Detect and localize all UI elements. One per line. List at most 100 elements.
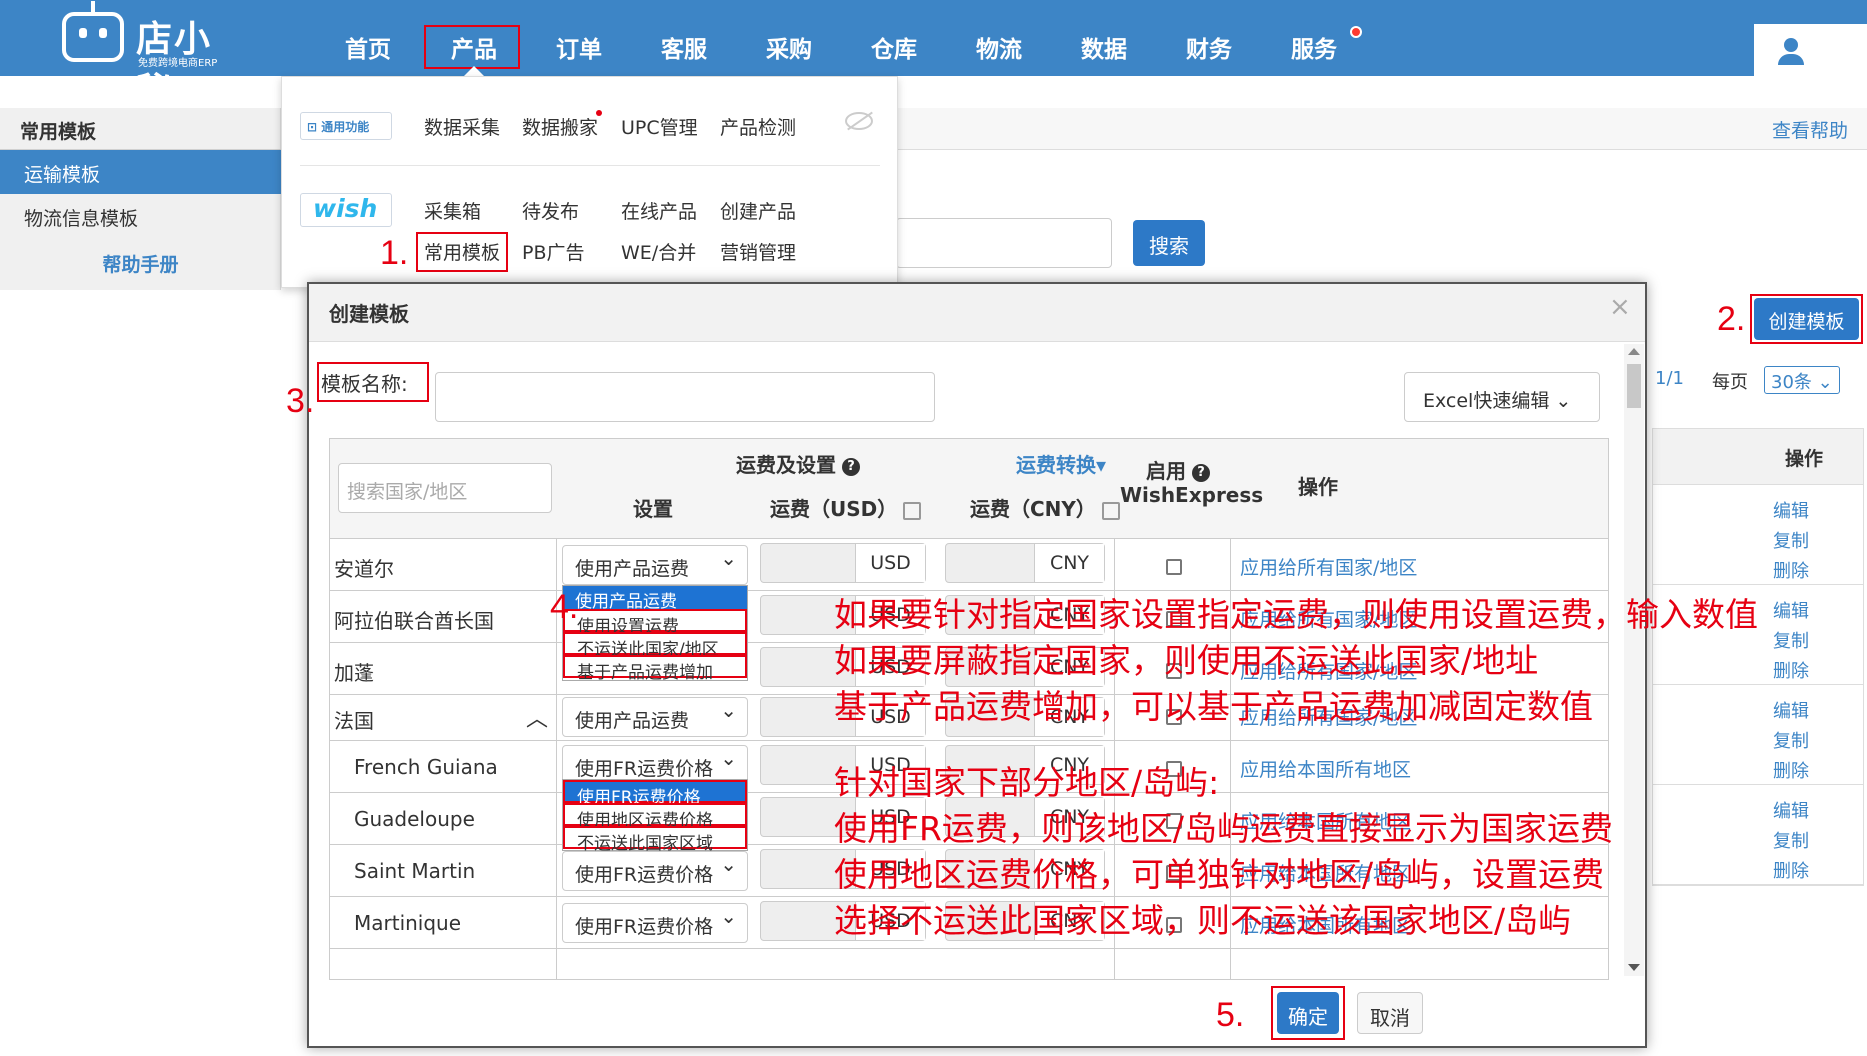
copy-link[interactable]: 复制 [1773,627,1809,653]
wishexpress-header: WishExpress [1120,483,1264,507]
usd-col-header: 运费（USD） [770,493,922,522]
region-fee-select[interactable]: 使用FR运费价格 [562,903,748,943]
copy-link[interactable]: 复制 [1773,527,1809,553]
confirm-highlight [1271,986,1345,1040]
option-no-ship-country[interactable]: 不运送此国家/地区 [563,632,747,660]
table-row: 编辑 复制 删除 [1653,685,1863,785]
table-row: 编辑 复制 删除 [1653,485,1863,585]
scroll-up-icon[interactable] [1628,348,1640,355]
option-use-fr-fee[interactable]: 使用FR运费价格 [563,780,747,808]
help-link[interactable]: 查看帮助 [1772,116,1848,143]
template-search-input[interactable] [896,218,1112,268]
nav-logistics[interactable]: 物流 [976,30,1022,64]
nav-finance[interactable]: 财务 [1186,30,1232,64]
template-name-input[interactable] [435,372,935,422]
copy-link[interactable]: 复制 [1773,827,1809,853]
country-name: 法国 [334,709,374,733]
hide-eye-icon[interactable] [845,112,873,130]
scroll-down-icon[interactable] [1628,964,1640,971]
annotation-line: 如果要屏蔽指定国家，则使用不运送此国家/地址 [834,641,1539,680]
cny-fee-input[interactable]: CNY [945,543,1105,583]
chevron-up-icon[interactable]: ︿ [526,701,548,733]
wishexpress-checkbox[interactable] [1166,559,1182,575]
option-use-product-fee[interactable]: 使用产品运费 [563,586,747,612]
menu-upc[interactable]: UPC管理 [621,113,698,140]
region-fee-select[interactable]: 使用FR运费价格 [562,851,748,891]
cancel-button[interactable]: 取消 [1357,992,1423,1034]
apply-all-link[interactable]: 应用给所有国家/地区 [1240,553,1417,580]
nav-warehouse[interactable]: 仓库 [871,30,917,64]
nav-services[interactable]: 服务 [1291,30,1337,64]
user-icon [1784,38,1798,52]
fee-settings-header: 运费及设置? [736,449,860,478]
nav-product-highlight [424,25,520,69]
delete-link[interactable]: 删除 [1773,557,1809,583]
menu-we-merge[interactable]: WE/合并 [621,238,696,265]
nav-purchase[interactable]: 采购 [766,30,812,64]
fee-setting-select[interactable]: 使用产品运费 [562,697,748,737]
menu-create-product[interactable]: 创建产品 [720,197,796,224]
option-use-set-fee[interactable]: 使用设置运费 [563,609,747,637]
user-menu[interactable] [1754,24,1867,76]
edit-link[interactable]: 编辑 [1773,797,1809,823]
menu-data-move[interactable]: 数据搬家 [522,113,598,140]
delete-link[interactable]: 删除 [1773,657,1809,683]
fee-setting-options: 使用产品运费 使用设置运费 不运送此国家/地区 基于产品运费增加 [562,585,748,683]
country-search-input[interactable]: 搜索国家/地区 [338,463,552,513]
modal-scrollbar[interactable] [1624,344,1644,976]
menu-data-collect[interactable]: 数据采集 [424,113,500,140]
nav-data[interactable]: 数据 [1081,30,1127,64]
create-button-highlight [1750,294,1863,344]
delete-link[interactable]: 删除 [1773,757,1809,783]
sidebar-help-link[interactable]: 帮助手册 [0,250,281,277]
country-name: 阿拉伯联合酋长国 [334,609,494,633]
help-icon[interactable]: ? [1192,463,1210,482]
usd-fee-input[interactable]: USD [760,543,926,583]
menu-collect-box[interactable]: 采集箱 [424,197,481,224]
option-use-region-fee[interactable]: 使用地区运费价格 [563,803,747,831]
close-icon[interactable]: × [1609,292,1631,322]
step-1-label: 1. [380,234,409,272]
nav-orders[interactable]: 订单 [556,30,602,64]
option-no-ship-region[interactable]: 不运送此国家区域 [563,826,747,854]
nav-home[interactable]: 首页 [345,30,391,64]
nav-service[interactable]: 客服 [661,30,707,64]
edit-link[interactable]: 编辑 [1773,497,1809,523]
menu-product-check[interactable]: 产品检测 [720,113,796,140]
wish-badge: wish [300,193,392,227]
menu-to-publish[interactable]: 待发布 [522,197,579,224]
sidebar-item-shipping-template[interactable]: 运输模板 [0,150,281,194]
option-add-on-product-fee[interactable]: 基于产品运费增加 [563,655,747,683]
ops-header: 操作 [1653,429,1863,485]
edit-icon[interactable] [1101,501,1120,520]
edit-link[interactable]: 编辑 [1773,697,1809,723]
setting-col-header: 设置 [633,497,673,521]
step-2-label: 2. [1717,300,1746,338]
delete-link[interactable]: 删除 [1773,857,1809,883]
modal-header: 创建模板 × [309,284,1645,342]
help-icon[interactable]: ? [842,457,860,476]
annotation-line: 选择不运送此国家区域，则不运送该国家地区/岛屿 [834,901,1572,940]
region-name: French Guiana [354,755,498,779]
excel-quick-edit-button[interactable]: Excel快速编辑 ⌄ [1404,372,1600,422]
edit-icon[interactable] [903,501,922,520]
notification-dot [1350,26,1362,38]
region-name: Martinique [354,911,462,935]
scroll-thumb[interactable] [1627,364,1641,408]
search-button[interactable]: 搜索 [1133,220,1205,266]
edit-link[interactable]: 编辑 [1773,597,1809,623]
annotation-line: 使用FR运费，则该地区/岛屿运费直接显示为国家运费 [834,809,1614,848]
menu-marketing[interactable]: 营销管理 [720,238,796,265]
copy-link[interactable]: 复制 [1773,727,1809,753]
logo[interactable]: 店小秘 免费跨境电商ERP [58,1,248,112]
country-name: 安道尔 [334,557,394,581]
fee-convert-link[interactable]: 运费转换▾ [1016,449,1106,478]
product-dropdown-menu [281,76,898,288]
fee-setting-select[interactable]: 使用产品运费 [562,545,748,585]
apply-region-link[interactable]: 应用给本国所有地区 [1240,755,1411,782]
region-fee-options: 使用FR运费价格 使用地区运费价格 不运送此国家区域 [562,779,748,854]
sidebar-item-logistics-template[interactable]: 物流信息模板 [0,194,281,238]
menu-pb-ads[interactable]: PB广告 [522,238,585,265]
menu-online-products[interactable]: 在线产品 [621,197,697,224]
per-page-select[interactable]: 30条 ⌄ [1764,366,1840,394]
